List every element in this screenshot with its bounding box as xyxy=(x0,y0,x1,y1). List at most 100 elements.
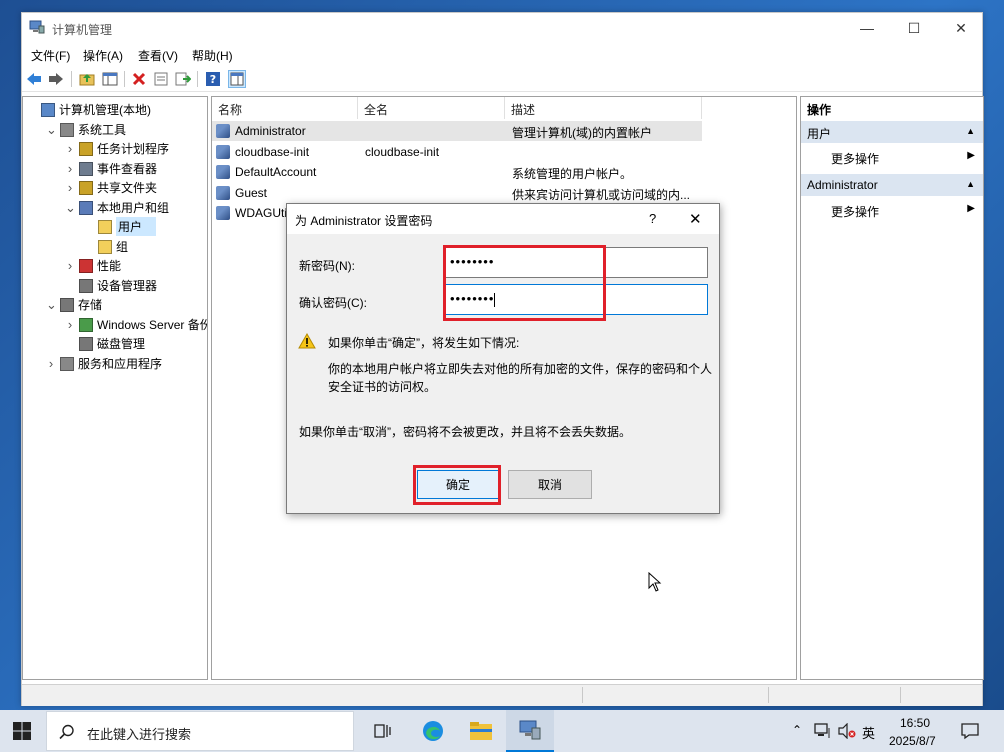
computer-management-icon xyxy=(519,720,541,740)
dialog-title-bar[interactable]: 为 Administrator 设置密码 ? ✕ xyxy=(287,204,719,234)
network-icon[interactable] xyxy=(814,723,832,739)
export-list-icon[interactable] xyxy=(174,70,192,88)
tree-node-icon xyxy=(79,141,93,156)
tree-item[interactable]: ⌄ 系统工具 xyxy=(46,120,127,139)
chevron-right-icon[interactable]: › xyxy=(46,356,56,371)
chevron-down-icon[interactable]: ⌄ xyxy=(65,200,76,216)
properties-icon[interactable] xyxy=(152,70,170,88)
table-row[interactable]: DefaultAccount 系统管理的用户帐户。 xyxy=(212,162,702,182)
tree-item[interactable]: › 共享文件夹 xyxy=(68,178,157,197)
tree-item[interactable]: ⌄ 本地用户和组 xyxy=(65,198,170,217)
menu-view[interactable]: 查看(V) xyxy=(138,47,178,64)
column-header-name[interactable]: 名称 xyxy=(212,97,358,119)
tree-item[interactable]: 组 xyxy=(98,237,128,256)
show-hide-action-pane-icon[interactable] xyxy=(228,70,246,88)
dialog-title: 为 Administrator 设置密码 xyxy=(295,214,433,228)
clock-time[interactable]: 16:50 xyxy=(900,716,930,730)
collapse-up-icon[interactable]: ▲ xyxy=(966,179,975,189)
computer-management-taskbar-button[interactable] xyxy=(506,710,554,752)
back-arrow-icon[interactable] xyxy=(25,70,43,88)
dialog-close-button[interactable]: ✕ xyxy=(689,210,702,228)
forward-arrow-icon[interactable] xyxy=(47,70,65,88)
mouse-cursor-icon xyxy=(648,572,662,592)
user-icon xyxy=(216,185,230,200)
column-header-description[interactable]: 描述 xyxy=(505,97,702,119)
tree-node-icon xyxy=(79,336,93,351)
help-icon[interactable]: ? xyxy=(204,70,222,88)
cell-name: DefaultAccount xyxy=(235,165,317,179)
delete-icon[interactable] xyxy=(130,70,148,88)
menu-file[interactable]: 文件(F) xyxy=(31,47,70,64)
tree-item[interactable]: 计算机管理(本地) xyxy=(41,100,151,119)
notification-icon[interactable] xyxy=(960,722,980,740)
tree-item-label: 系统工具 xyxy=(78,123,127,137)
tree-item[interactable]: ⌄ 存储 xyxy=(46,295,103,314)
tree-item[interactable]: 用户 xyxy=(98,217,157,236)
tree-item[interactable]: 磁盘管理 xyxy=(79,334,145,353)
tree-item[interactable]: › 事件查看器 xyxy=(68,159,157,178)
tree-item-label: 用户 xyxy=(116,217,157,236)
tree-node-icon xyxy=(79,317,93,332)
menu-action[interactable]: 操作(A) xyxy=(83,47,123,64)
show-hidden-icons-chevron[interactable]: ⌃ xyxy=(792,723,802,737)
tree-item[interactable]: › 服务和应用程序 xyxy=(49,354,162,373)
warning-icon xyxy=(298,333,316,349)
chevron-right-icon[interactable]: › xyxy=(65,258,75,273)
file-explorer-button[interactable] xyxy=(461,712,501,750)
tree-node-icon xyxy=(60,297,74,312)
taskbar: 在此键入进行搜索 ⌃ 英 16:50 2025/8/7 xyxy=(0,710,1004,752)
window-title: 计算机管理 xyxy=(52,23,113,37)
chevron-right-icon[interactable]: › xyxy=(65,161,75,176)
chevron-right-icon[interactable]: › xyxy=(65,180,75,195)
close-button[interactable]: ✕ xyxy=(938,13,984,43)
dialog-help-button[interactable]: ? xyxy=(649,211,656,226)
password-fields-highlight xyxy=(443,245,606,321)
menu-help[interactable]: 帮助(H) xyxy=(192,47,233,64)
up-folder-icon[interactable] xyxy=(78,70,96,88)
search-icon xyxy=(59,724,74,740)
section-title: 用户 xyxy=(807,127,832,141)
more-actions-users[interactable]: 更多操作 ▶ xyxy=(801,145,983,167)
volume-muted-icon[interactable] xyxy=(838,723,856,739)
tree-node-icon xyxy=(98,219,112,234)
cancel-button[interactable]: 取消 xyxy=(508,470,592,499)
tree-node-icon xyxy=(79,258,93,273)
cell-name: Guest xyxy=(235,185,268,200)
edge-button[interactable] xyxy=(413,712,453,750)
more-actions-administrator[interactable]: 更多操作 ▶ xyxy=(801,198,983,220)
tree-item-label: 本地用户和组 xyxy=(97,201,170,215)
actions-section-users[interactable]: 用户 ▲ xyxy=(801,121,983,143)
chevron-right-icon[interactable]: › xyxy=(65,141,75,156)
tree-node-icon xyxy=(60,356,74,371)
table-row[interactable]: Guest 供来宾访问计算机或访问域的内... xyxy=(212,183,702,203)
start-button[interactable] xyxy=(0,710,44,752)
submenu-arrow-icon: ▶ xyxy=(967,203,975,214)
column-header-fullname[interactable]: 全名 xyxy=(358,97,505,119)
tree-item[interactable]: › 任务计划程序 xyxy=(68,139,169,158)
show-hide-tree-icon[interactable] xyxy=(101,70,119,88)
table-row[interactable]: Administrator 管理计算机(域)的内置帐户 xyxy=(212,121,702,141)
tree-item[interactable]: › Windows Server 备份 xyxy=(68,315,207,334)
tree-item-label: 存储 xyxy=(78,298,103,312)
cell-fullname: cloudbase-init xyxy=(365,144,440,159)
maximize-button[interactable]: ☐ xyxy=(891,13,937,43)
search-box[interactable]: 在此键入进行搜索 xyxy=(46,711,354,751)
tree-item[interactable]: 设备管理器 xyxy=(79,276,157,295)
task-view-button[interactable] xyxy=(365,714,401,748)
title-bar[interactable]: 计算机管理 — ☐ ✕ xyxy=(22,13,982,43)
table-row[interactable]: cloudbase-init cloudbase-init xyxy=(212,142,702,162)
chevron-down-icon[interactable]: ⌄ xyxy=(46,297,57,313)
tree-node-icon xyxy=(79,278,93,293)
ime-indicator[interactable]: 英 xyxy=(862,723,875,742)
tree-node-icon xyxy=(79,161,93,176)
collapse-up-icon[interactable]: ▲ xyxy=(966,126,975,136)
clock-date[interactable]: 2025/8/7 xyxy=(889,734,936,748)
chevron-down-icon[interactable]: ⌄ xyxy=(46,122,57,138)
chevron-right-icon[interactable]: › xyxy=(65,317,75,332)
folder-icon xyxy=(470,722,492,740)
tree-node-icon xyxy=(98,239,112,254)
actions-section-administrator[interactable]: Administrator ▲ xyxy=(801,174,983,196)
tree-item[interactable]: › 性能 xyxy=(68,256,121,275)
minimize-button[interactable]: — xyxy=(844,13,890,43)
tree-node-icon xyxy=(79,180,93,195)
